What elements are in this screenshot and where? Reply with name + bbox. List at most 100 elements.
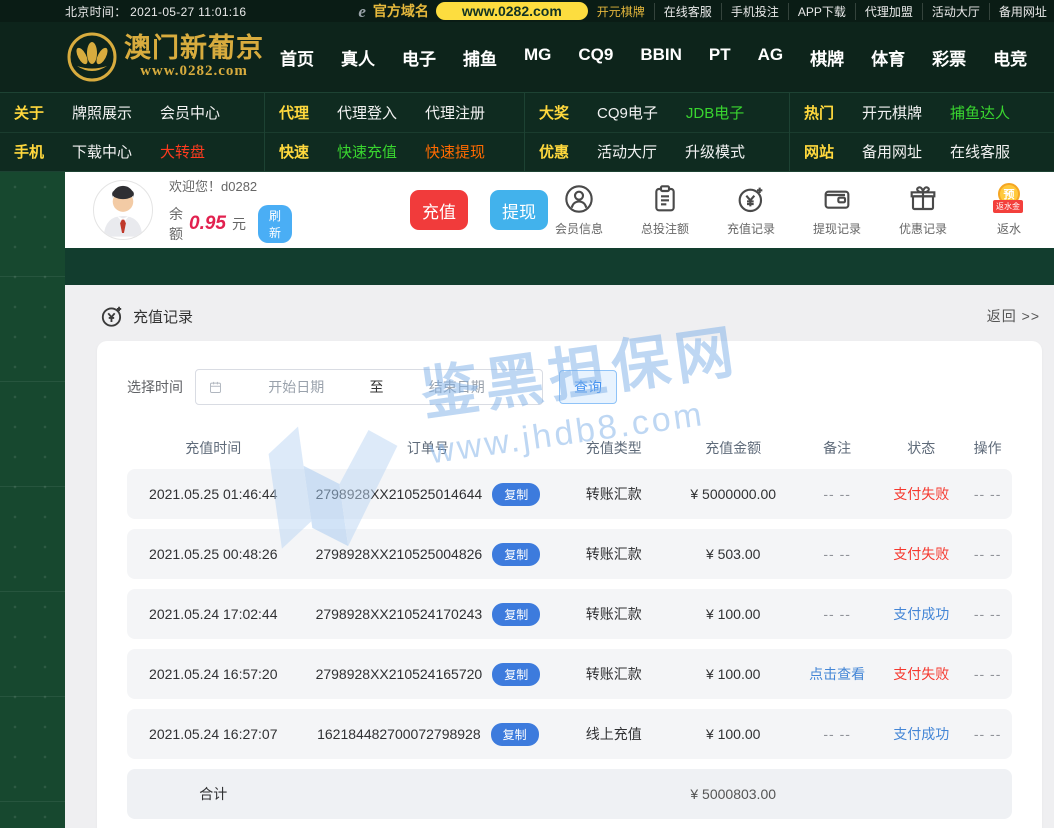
balance-value: 0.95 bbox=[189, 213, 226, 234]
quick-icon-label: 充值记录 bbox=[726, 222, 775, 236]
copy-button[interactable]: 复制 bbox=[490, 722, 539, 746]
subnav-category-label: 手机 bbox=[14, 144, 45, 162]
rebate-coin-icon: 预 返水金 bbox=[992, 183, 1026, 215]
cell-amount: ¥ 100.00 bbox=[705, 606, 761, 622]
subnav-category-label: 优惠 bbox=[539, 144, 570, 162]
table-row: 2021.05.24 17:02:44 2798928XX21052417024… bbox=[127, 589, 1012, 639]
main-nav: 首页真人电子捕鱼MGCQ9BBINPTAG棋牌体育彩票电竞优惠 bbox=[280, 45, 1054, 70]
copy-button[interactable]: 复制 bbox=[492, 482, 541, 506]
nav-item[interactable]: AG bbox=[758, 45, 784, 70]
copy-button[interactable]: 复制 bbox=[492, 662, 541, 686]
nav-item[interactable]: 真人 bbox=[341, 45, 375, 70]
subnav-link[interactable]: 活动大厅 bbox=[597, 141, 657, 162]
nav-item[interactable]: BBIN bbox=[640, 45, 682, 70]
date-range-input[interactable]: 开始日期 至 结束日期 bbox=[195, 369, 543, 405]
subnav-group: 大奖 CQ9电子 JDB电子 优惠 活动大厅 升级模式 bbox=[525, 93, 790, 171]
table-body: 2021.05.25 01:46:44 2798928XX21052501464… bbox=[127, 469, 1012, 759]
quick-icon-label: 返水 bbox=[996, 222, 1021, 236]
avatar[interactable] bbox=[93, 180, 153, 240]
cell-note: -- -- bbox=[823, 486, 851, 502]
records-card: 选择时间 开始日期 至 结束日期 查询 充值时间 订单号 充值类型 充值金额 备注 状态 操… bbox=[97, 341, 1042, 828]
subnav-group: 关于 牌照展示 会员中心手机 下载中心 大转盘 bbox=[0, 93, 265, 171]
balance-label: 余额 bbox=[169, 206, 183, 242]
search-button[interactable]: 查询 bbox=[559, 370, 617, 404]
withdraw-button[interactable]: 提现 bbox=[490, 190, 548, 230]
subnav-link[interactable]: 代理注册 bbox=[425, 102, 485, 123]
cell-order-number: 2798928XX210525014644 复制 bbox=[300, 482, 557, 506]
table-row: 2021.05.25 00:48:26 2798928XX21052500482… bbox=[127, 529, 1012, 579]
copy-button[interactable]: 复制 bbox=[492, 602, 541, 626]
cell-operation: -- -- bbox=[973, 606, 1002, 622]
cell-note[interactable]: 点击查看 bbox=[795, 664, 879, 684]
cell-amount: ¥ 100.00 bbox=[705, 666, 761, 682]
total-bets-item[interactable]: 总投注额 bbox=[634, 183, 696, 237]
recharge-button[interactable]: 充值 bbox=[410, 190, 468, 230]
subnav-link[interactable]: 快速提现 bbox=[425, 141, 485, 162]
topbar-link[interactable]: 备用网址 bbox=[990, 3, 1054, 20]
total-label: 合计 bbox=[199, 786, 228, 802]
subnav: 关于 牌照展示 会员中心 手机 下载中心 大转盘 代理 代理登入 代理注册 快速 快速充值 快速提现 大… bbox=[0, 92, 1054, 172]
topbar-link[interactable]: 在线客服 bbox=[655, 2, 722, 20]
back-link[interactable]: 返回 >> bbox=[987, 306, 1040, 326]
nav-item[interactable]: 体育 bbox=[871, 45, 905, 70]
nav-item[interactable]: MG bbox=[524, 45, 551, 70]
nav-item[interactable]: PT bbox=[709, 45, 731, 70]
subnav-link[interactable]: 开元棋牌 bbox=[862, 102, 922, 123]
cell-amount: ¥ 5000000.00 bbox=[690, 486, 777, 502]
nav-item[interactable]: 电子 bbox=[402, 45, 436, 70]
cell-recharge-type: 线上充值 bbox=[585, 726, 642, 742]
nav-item[interactable]: 电竞 bbox=[993, 45, 1027, 70]
subnav-category-label: 网站 bbox=[804, 144, 835, 162]
cell-operation: -- -- bbox=[973, 726, 1002, 742]
cell-recharge-type: 转账汇款 bbox=[585, 546, 642, 562]
subnav-link[interactable]: CQ9电子 bbox=[597, 102, 658, 123]
site-logo[interactable]: 澳门新葡京 www.0282.com bbox=[66, 31, 266, 83]
left-green-strip bbox=[0, 172, 65, 828]
subnav-link[interactable]: 升级模式 bbox=[685, 141, 745, 162]
topbar-link[interactable]: 活动大厅 bbox=[923, 2, 990, 20]
subnav-category-label: 热门 bbox=[804, 104, 835, 122]
recharge-record-item[interactable]: 充值记录 bbox=[720, 183, 782, 237]
subnav-link[interactable]: 会员中心 bbox=[160, 102, 220, 123]
cell-status: 支付成功 bbox=[893, 606, 950, 622]
subnav-link[interactable]: 备用网址 bbox=[862, 141, 922, 162]
topbar-link[interactable]: APP下载 bbox=[789, 2, 856, 20]
subnav-link[interactable]: 大转盘 bbox=[160, 141, 205, 162]
copy-button[interactable]: 复制 bbox=[492, 542, 541, 566]
official-domain-pill[interactable]: www.0282.com bbox=[435, 2, 588, 20]
cell-recharge-time: 2021.05.24 17:02:44 bbox=[149, 606, 278, 622]
refresh-button[interactable]: 刷新 bbox=[257, 205, 292, 243]
subnav-category-label: 关于 bbox=[14, 104, 45, 122]
subnav-link[interactable]: 代理登入 bbox=[337, 102, 397, 123]
quick-icon-label: 提现记录 bbox=[812, 222, 861, 236]
member-info-item[interactable]: 会员信息 bbox=[548, 183, 610, 237]
topbar-link[interactable]: 代理加盟 bbox=[856, 2, 923, 20]
topbar-link[interactable]: 开元棋牌 bbox=[588, 2, 655, 20]
subnav-link[interactable]: 在线客服 bbox=[950, 141, 1010, 162]
subnav-group: 热门 开元棋牌 捕鱼达人网站 备用网址 在线客服 bbox=[790, 93, 1054, 171]
welcome-text: 欢迎您！d0282 bbox=[169, 179, 258, 194]
topbar-links: 开元棋牌 在线客服 手机投注 APP下载 代理加盟 活动大厅 备用网址 bbox=[588, 2, 1054, 20]
nav-item[interactable]: 彩票 bbox=[932, 45, 966, 70]
nav-item[interactable]: 捕鱼 bbox=[463, 45, 497, 70]
lotus-emblem-icon bbox=[67, 32, 117, 82]
cell-order-number: 2798928XX210524170243 复制 bbox=[300, 602, 557, 626]
cell-recharge-time: 2021.05.24 16:27:07 bbox=[149, 726, 278, 742]
nav-item[interactable]: 棋牌 bbox=[810, 45, 844, 70]
topbar-link[interactable]: 手机投注 bbox=[722, 2, 789, 20]
cell-recharge-type: 转账汇款 bbox=[585, 486, 642, 502]
ie-browser-icon: e bbox=[358, 1, 366, 21]
subnav-category-label: 快速 bbox=[279, 144, 310, 162]
rebate-item[interactable]: 预 返水金 返水 bbox=[978, 183, 1040, 237]
subnav-link[interactable]: 下载中心 bbox=[72, 141, 132, 162]
nav-item[interactable]: CQ9 bbox=[578, 45, 613, 70]
nav-item[interactable]: 首页 bbox=[280, 45, 314, 70]
subnav-link[interactable]: 牌照展示 bbox=[72, 102, 132, 123]
table-header-cell: 操作 bbox=[973, 440, 1002, 456]
subnav-link[interactable]: 捕鱼达人 bbox=[950, 102, 1010, 123]
subnav-link[interactable]: 快速充值 bbox=[337, 141, 397, 162]
promo-record-item[interactable]: 优惠记录 bbox=[892, 183, 954, 237]
subnav-link[interactable]: JDB电子 bbox=[686, 102, 744, 123]
withdraw-record-item[interactable]: 提现记录 bbox=[806, 183, 868, 237]
member-info-icon bbox=[565, 185, 593, 213]
